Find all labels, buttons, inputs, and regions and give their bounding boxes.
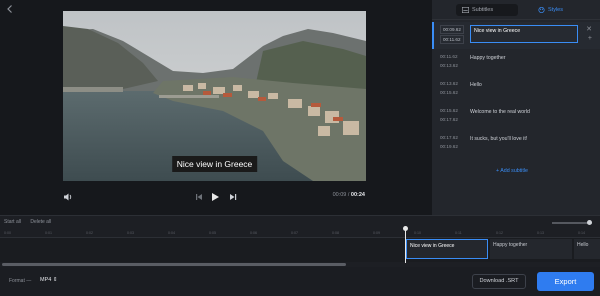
ruler-tick: 0:00: [4, 231, 11, 235]
start-time[interactable]: 00:15.62: [440, 108, 458, 113]
format-label: Format —: [9, 278, 32, 284]
ruler-tick: 0:10: [414, 231, 421, 235]
start-all-button[interactable]: Start all: [4, 219, 21, 225]
tab-subtitles[interactable]: Subtitles: [456, 4, 518, 16]
subtitle-text-field[interactable]: Nice view in Greece: [470, 25, 578, 43]
ruler-tick: 0:05: [209, 231, 216, 235]
video-frame[interactable]: Nice view in Greece: [63, 11, 366, 181]
subtitle-editor: Nice view in Greece 00:09 / 00:24 Subtit…: [0, 0, 600, 296]
ruler-tick: 0:07: [291, 231, 298, 235]
end-time[interactable]: 00:17.62: [440, 117, 458, 122]
tab-subtitles-label: Subtitles: [472, 7, 494, 13]
subtitle-row[interactable]: 00:09.62 00:11.62 Nice view in Greece ✕ …: [432, 22, 600, 49]
total-time: 00:24: [350, 192, 365, 198]
previous-icon[interactable]: [193, 190, 205, 202]
ruler-tick: 0:04: [168, 231, 175, 235]
video-player: Nice view in Greece 00:09 / 00:24: [0, 0, 432, 215]
ruler-tick: 0:09: [373, 231, 380, 235]
panel-tabs: Subtitles Styles: [432, 0, 600, 20]
footer: Format — MP4 ⇕ Download .SRT Export: [0, 267, 600, 296]
timeline-segment[interactable]: Hello: [574, 239, 600, 259]
subtitles-icon: [462, 7, 469, 13]
subtitle-row[interactable]: 00:11.62 00:13.62 Happy together: [432, 49, 600, 76]
palette-icon: [538, 7, 545, 13]
timeline-ruler: 0:00 0:01 0:02 0:03 0:04 0:05 0:06 0:07 …: [0, 230, 600, 238]
subtitle-text[interactable]: Happy together: [470, 55, 505, 61]
start-time[interactable]: 00:13.62: [440, 81, 458, 86]
plus-icon[interactable]: +: [588, 35, 592, 42]
delete-all-button[interactable]: Delete all: [30, 219, 51, 225]
subtitle-row[interactable]: 00:17.62 00:19.62 It sucks, but you'll l…: [432, 130, 600, 157]
timeline-scrollbar[interactable]: [2, 263, 346, 266]
subtitle-track: Nice view in Greece Happy together Hello: [0, 238, 600, 262]
subtitle-row[interactable]: 00:15.62 00:17.62 Welcome to the real wo…: [432, 103, 600, 130]
zoom-handle[interactable]: [587, 220, 592, 225]
timeline-segment[interactable]: Nice view in Greece: [406, 239, 488, 259]
tab-styles[interactable]: Styles: [532, 4, 582, 16]
ruler-tick: 0:08: [332, 231, 339, 235]
close-icon[interactable]: ✕: [586, 25, 592, 33]
ruler-tick: 0:13: [537, 231, 544, 235]
subtitle-panel: Subtitles Styles 00:09.62 00:11.62 Nice …: [432, 0, 600, 215]
next-icon[interactable]: [227, 190, 239, 202]
start-time[interactable]: 00:17.62: [440, 135, 458, 140]
time-separator: /: [347, 192, 350, 198]
ruler-tick: 0:06: [250, 231, 257, 235]
subtitle-text[interactable]: Welcome to the real world: [470, 109, 530, 115]
zoom-slider[interactable]: [552, 220, 592, 225]
timeline-actions: Start all Delete all: [4, 219, 59, 225]
end-time-field[interactable]: 00:11.62: [440, 35, 464, 44]
time-display: 00:09 / 00:24: [333, 192, 365, 198]
timeline-segment[interactable]: Happy together: [490, 239, 572, 259]
subtitle-list: 00:09.62 00:11.62 Nice view in Greece ✕ …: [432, 22, 600, 157]
playhead[interactable]: [403, 226, 408, 263]
start-time-field[interactable]: 00:09.62: [440, 25, 464, 34]
ruler-tick: 0:03: [127, 231, 134, 235]
subtitle-row[interactable]: 00:13.62 00:15.62 Hello: [432, 76, 600, 103]
current-time: 00:09: [332, 192, 347, 198]
ruler-tick: 0:01: [45, 231, 52, 235]
back-icon[interactable]: [5, 4, 17, 16]
play-icon[interactable]: [209, 190, 221, 202]
select-arrows-icon: ⇕: [52, 277, 58, 283]
tab-styles-label: Styles: [548, 7, 563, 13]
volume-icon[interactable]: [62, 190, 74, 202]
add-subtitle-button[interactable]: + Add subtitle: [496, 168, 528, 174]
format-select[interactable]: MP4 ⇕: [40, 277, 57, 283]
end-time[interactable]: 00:15.62: [440, 90, 458, 95]
subtitle-text[interactable]: Hello: [470, 82, 482, 88]
ruler-tick: 0:11: [455, 231, 462, 235]
download-srt-button[interactable]: Download .SRT: [472, 274, 526, 289]
ruler-tick: 0:12: [496, 231, 503, 235]
ruler-tick: 0:02: [86, 231, 93, 235]
export-button[interactable]: Export: [537, 272, 594, 291]
ruler-tick: 0:14: [578, 231, 585, 235]
end-time[interactable]: 00:19.62: [440, 144, 458, 149]
end-time[interactable]: 00:13.62: [440, 63, 458, 68]
subtitle-text[interactable]: It sucks, but you'll love it!: [470, 136, 527, 142]
start-time[interactable]: 00:11.62: [440, 54, 458, 59]
video-caption: Nice view in Greece: [171, 156, 258, 172]
player-controls: 00:09 / 00:24: [0, 186, 432, 206]
timeline: Start all Delete all 0:00 0:01 0:02 0:03…: [0, 215, 600, 267]
